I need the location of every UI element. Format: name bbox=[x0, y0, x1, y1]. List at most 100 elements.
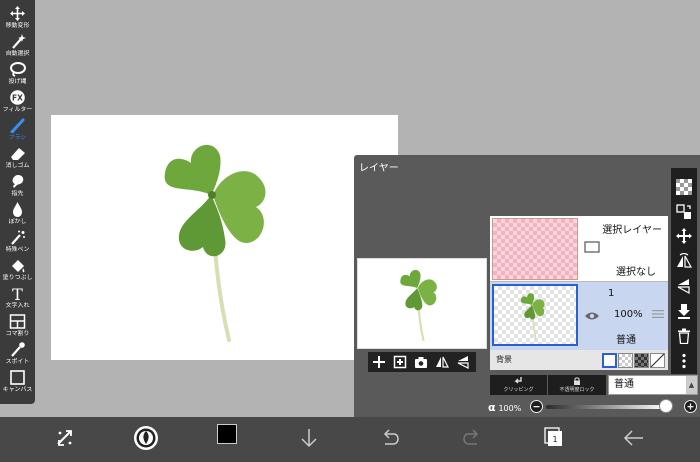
tool-blur[interactable]: ぼかし bbox=[0, 200, 35, 228]
selection-layer-status: 選択なし bbox=[616, 267, 656, 278]
tool-filter[interactable]: FX フィルター bbox=[0, 88, 35, 116]
tool-label: コマ割り bbox=[5, 330, 30, 337]
alpha-lock-button[interactable]: 不透明度ロック bbox=[548, 375, 606, 395]
eye-visibility-icon[interactable] bbox=[584, 311, 600, 321]
alpha-symbol: α bbox=[488, 401, 496, 414]
clover-layer-thumbnail bbox=[520, 293, 545, 340]
flip-layer-horizontal-icon[interactable] bbox=[676, 253, 692, 269]
undo-icon[interactable] bbox=[377, 425, 403, 451]
tool-smudge[interactable]: 指先 bbox=[0, 172, 35, 200]
layer-count: 1 bbox=[552, 435, 557, 444]
tool-special-pen[interactable]: 特殊ペン bbox=[0, 228, 35, 256]
dropdown-arrow-icon: ▲ bbox=[686, 376, 697, 394]
blur-drop-icon bbox=[13, 202, 22, 217]
more-options-icon[interactable] bbox=[676, 353, 692, 369]
layers-icon[interactable]: 1 bbox=[540, 425, 566, 451]
eyedropper-icon bbox=[11, 342, 25, 357]
frame-divider-icon bbox=[9, 314, 26, 329]
move-icon bbox=[10, 6, 25, 21]
layer-blend-mode: 普通 bbox=[616, 335, 636, 346]
canvas-icon bbox=[10, 370, 25, 385]
selection-layer-row[interactable]: 選択レイヤー 選択なし bbox=[490, 216, 668, 282]
drawing-canvas[interactable] bbox=[51, 115, 398, 360]
background-dark-swatch[interactable] bbox=[634, 353, 649, 368]
merge-down-icon[interactable] bbox=[676, 303, 692, 319]
opacity-increase-icon[interactable] bbox=[684, 400, 697, 413]
background-row[interactable]: 背景 bbox=[490, 350, 668, 370]
flip-horizontal-icon[interactable] bbox=[435, 355, 449, 369]
text-icon: T bbox=[12, 286, 23, 301]
tool-canvas[interactable]: キャンバス bbox=[0, 368, 35, 396]
clover-thumbnail bbox=[400, 269, 437, 341]
opacity-decrease-icon[interactable] bbox=[530, 400, 543, 413]
clipping-label: クリッピング bbox=[503, 387, 534, 393]
tool-eyedropper[interactable]: スポイト bbox=[0, 340, 35, 368]
tool-move[interactable]: 移動変形 bbox=[0, 4, 35, 32]
alpha-lock-label: 不透明度ロック bbox=[559, 387, 595, 393]
tool-label: 指先 bbox=[11, 190, 24, 197]
primary-color-swatch[interactable] bbox=[217, 424, 237, 444]
tool-label: フィルター bbox=[2, 106, 33, 113]
tool-frame-divider[interactable]: コマ割り bbox=[0, 312, 35, 340]
opacity-label: α 100% bbox=[488, 401, 521, 414]
back-arrow-icon[interactable] bbox=[621, 425, 647, 451]
canvas-preview bbox=[357, 258, 487, 349]
clipping-arrow-icon bbox=[514, 377, 522, 384]
trash-icon[interactable] bbox=[676, 328, 692, 344]
drag-handle-icon[interactable] bbox=[652, 309, 664, 319]
clipping-button[interactable]: クリッピング bbox=[490, 375, 547, 395]
fx-icon: FX bbox=[10, 90, 25, 105]
checkerboard-icon[interactable] bbox=[676, 179, 692, 195]
blend-mode-value: 普通 bbox=[614, 379, 634, 390]
background-white-swatch[interactable] bbox=[602, 353, 617, 368]
opacity-row: α 100% bbox=[488, 398, 700, 415]
blend-controls: クリッピング 不透明度ロック 普通 ▲ bbox=[490, 375, 700, 395]
background-transparent-swatch[interactable] bbox=[618, 353, 633, 368]
add-layer-from-file-icon[interactable] bbox=[393, 355, 407, 369]
layer-row-1[interactable]: 1 100% 普通 bbox=[490, 282, 668, 350]
tool-fill[interactable]: 塗りつぶし bbox=[0, 256, 35, 284]
tool-auto-select[interactable]: 自動選択 bbox=[0, 32, 35, 60]
lasso-icon bbox=[10, 62, 26, 77]
add-layer-icon[interactable] bbox=[372, 355, 386, 369]
tool-label: ブラシ bbox=[8, 134, 27, 141]
background-none-swatch[interactable] bbox=[650, 353, 665, 368]
move-layer-icon[interactable] bbox=[676, 228, 692, 244]
tool-label: 消しゴム bbox=[5, 162, 30, 169]
tool-brush[interactable]: ブラシ bbox=[0, 116, 35, 144]
opacity-slider-track[interactable] bbox=[546, 405, 666, 409]
blend-mode-select[interactable]: 普通 ▲ bbox=[608, 375, 698, 395]
special-pen-icon bbox=[11, 230, 25, 245]
redo-icon[interactable] bbox=[459, 425, 485, 451]
opacity-slider-knob[interactable] bbox=[659, 399, 673, 413]
text-glyph: T bbox=[12, 286, 23, 301]
fill-bucket-icon bbox=[12, 260, 25, 273]
brush-icon bbox=[10, 118, 25, 133]
tool-text[interactable]: T 文字入れ bbox=[0, 284, 35, 312]
down-arrow-icon[interactable] bbox=[296, 425, 322, 451]
tool-eraser[interactable]: 消しゴム bbox=[0, 144, 35, 172]
lock-icon bbox=[574, 377, 580, 385]
selection-rect-icon bbox=[584, 241, 600, 253]
tool-label: キャンバス bbox=[2, 386, 33, 393]
flip-vertical-icon[interactable] bbox=[456, 355, 470, 369]
magic-wand-icon bbox=[12, 34, 26, 49]
tool-palette: 移動変形 自動選択 投げ縄 FX フィルター ブラシ 消しゴム 指先 ぼかし 特… bbox=[0, 0, 35, 404]
tool-label: 文字入れ bbox=[5, 302, 30, 309]
fx-glyph: FX bbox=[12, 93, 23, 102]
tool-label: 特殊ペン bbox=[5, 246, 30, 253]
tool-lasso[interactable]: 投げ縄 bbox=[0, 60, 35, 88]
tool-label: 投げ縄 bbox=[8, 78, 27, 85]
selection-layer-thumbnail bbox=[492, 218, 578, 280]
tool-label: スポイト bbox=[5, 358, 30, 365]
flip-layer-vertical-icon[interactable] bbox=[676, 278, 692, 294]
tool-label: ぼかし bbox=[8, 218, 27, 225]
layer-transform-icon[interactable] bbox=[676, 204, 692, 220]
brush-size-icon[interactable] bbox=[133, 425, 159, 451]
clover-artwork bbox=[164, 144, 266, 342]
layer-list: 選択レイヤー 選択なし 1 100% 普通 背景 bbox=[490, 216, 668, 370]
camera-icon[interactable] bbox=[414, 355, 428, 369]
smudge-icon bbox=[12, 175, 24, 188]
selection-layer-name: 選択レイヤー bbox=[602, 225, 662, 236]
quick-menu-icon[interactable] bbox=[52, 425, 78, 451]
